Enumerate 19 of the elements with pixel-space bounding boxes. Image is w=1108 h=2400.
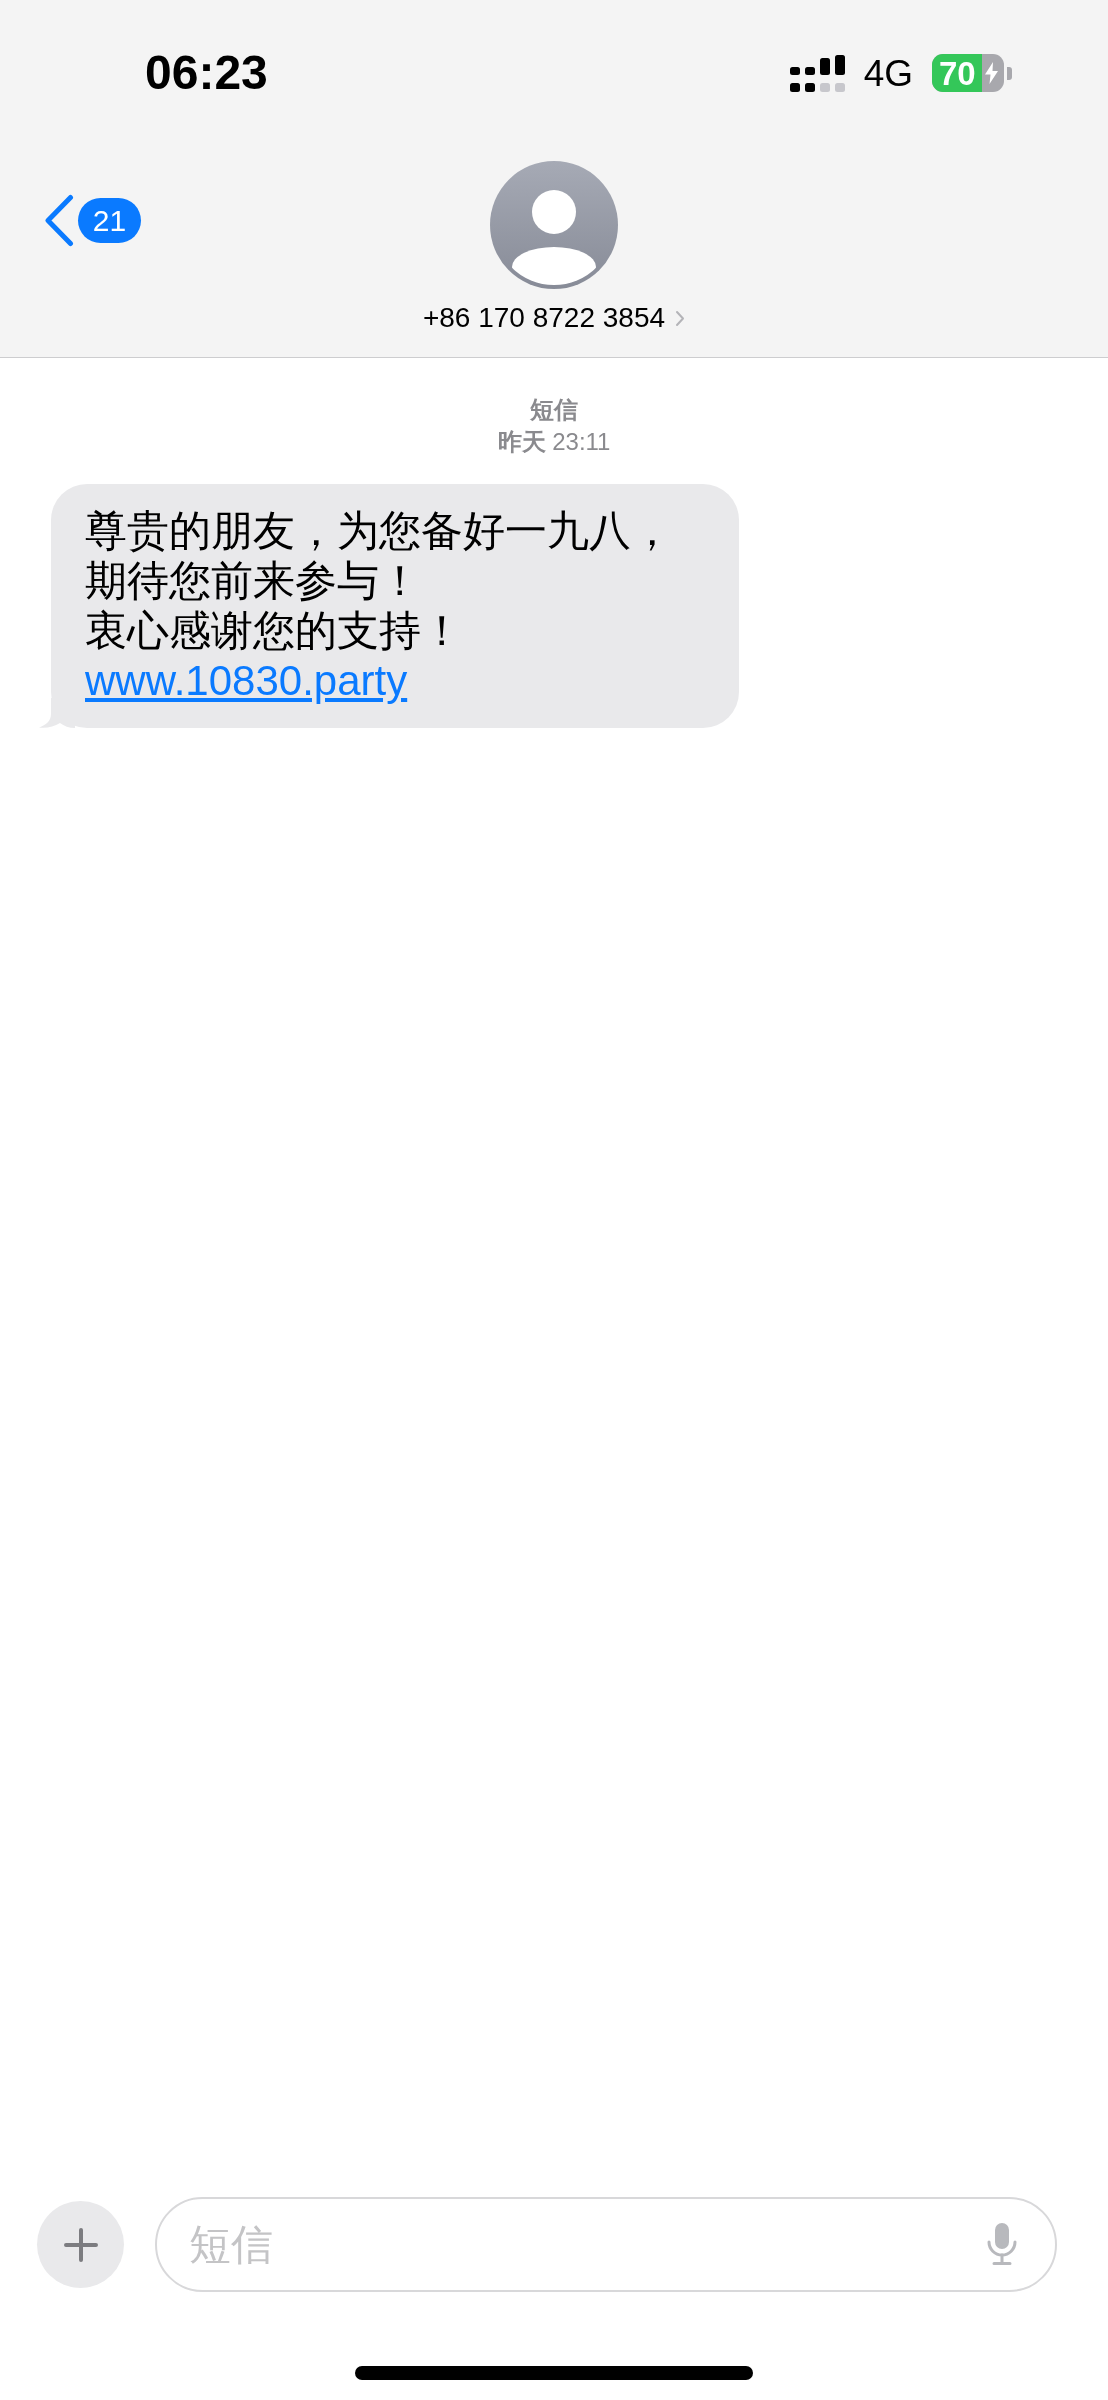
message-text: 衷心感谢您的支持！ xyxy=(85,606,464,656)
message-input-field[interactable]: 短信 xyxy=(155,2197,1057,2292)
microphone-icon[interactable] xyxy=(986,2223,1018,2265)
network-type: 4G xyxy=(863,54,913,92)
signal-icon xyxy=(789,54,845,92)
avatar-icon[interactable] xyxy=(490,161,618,289)
back-button[interactable]: 21 xyxy=(44,194,141,247)
message-text: 尊贵的朋友，为您备好一九八，期待您前来参与！ xyxy=(85,506,674,606)
message-link[interactable]: www.10830.party xyxy=(85,656,408,706)
chevron-right-icon xyxy=(675,309,686,327)
message-timestamp: 昨天 23:11 xyxy=(497,427,611,457)
service-label: 短信 xyxy=(530,395,578,425)
contact-number-button[interactable]: +86 170 8722 3854 xyxy=(422,301,686,335)
battery-percent: 70 xyxy=(939,56,976,90)
status-time: 06:23 xyxy=(145,49,268,97)
plus-icon xyxy=(63,2227,98,2262)
unread-count-badge: 21 xyxy=(78,198,141,243)
battery-terminal xyxy=(1007,66,1012,80)
chevron-left-icon xyxy=(44,194,74,247)
